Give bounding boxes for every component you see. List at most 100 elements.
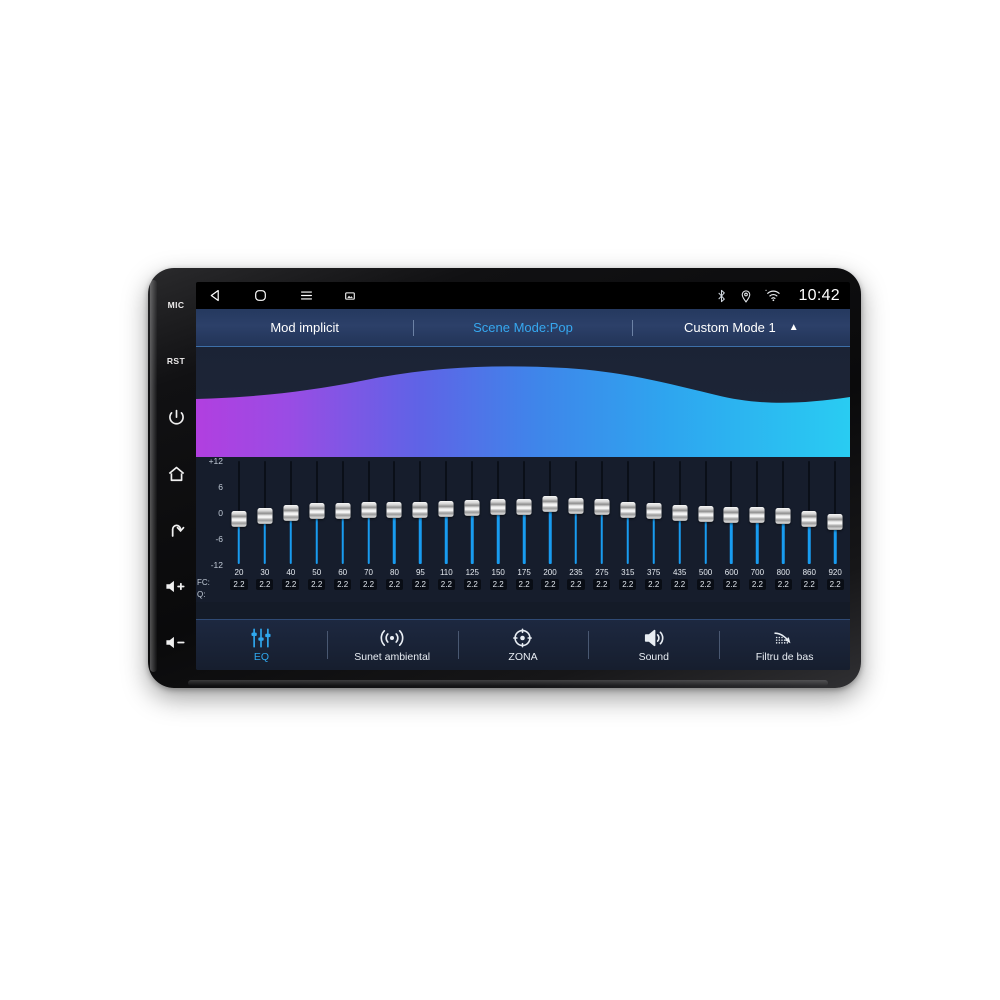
eq-band[interactable]: 860 2.2 bbox=[796, 457, 822, 602]
eq-slider-handle[interactable] bbox=[723, 506, 739, 523]
eq-band-track[interactable] bbox=[459, 457, 485, 567]
eq-slider-handle[interactable] bbox=[672, 505, 688, 521]
eq-band-track[interactable] bbox=[822, 457, 848, 567]
eq-slider-handle[interactable] bbox=[542, 496, 558, 513]
menu-hamburger-icon[interactable] bbox=[298, 288, 315, 303]
eq-slider-handle[interactable] bbox=[801, 511, 817, 528]
eq-slider-handle[interactable] bbox=[361, 502, 377, 519]
eq-slider-handle[interactable] bbox=[594, 499, 610, 516]
eq-slider-handle[interactable] bbox=[335, 502, 351, 519]
eq-band-q-value[interactable]: 2.2 bbox=[748, 579, 766, 590]
eq-band-track[interactable] bbox=[485, 457, 511, 567]
eq-band-track[interactable] bbox=[537, 457, 563, 567]
eq-band-q-value[interactable]: 2.2 bbox=[256, 579, 274, 590]
eq-band-q-value[interactable]: 2.2 bbox=[360, 579, 378, 590]
eq-band-track[interactable] bbox=[744, 457, 770, 567]
eq-band-track[interactable] bbox=[407, 457, 433, 567]
eq-slider-handle[interactable] bbox=[231, 511, 247, 528]
eq-band[interactable]: 275 2.2 bbox=[589, 457, 615, 602]
eq-slider-handle[interactable] bbox=[386, 501, 402, 518]
eq-band-track[interactable] bbox=[330, 457, 356, 567]
eq-band-track[interactable] bbox=[433, 457, 459, 567]
eq-band[interactable]: 700 2.2 bbox=[744, 457, 770, 602]
mode-default-button[interactable]: Mod implicit bbox=[196, 320, 413, 335]
eq-band[interactable]: 50 2.2 bbox=[304, 457, 330, 602]
eq-slider-handle[interactable] bbox=[257, 507, 273, 524]
nav-item-zona[interactable]: ZONA bbox=[457, 620, 589, 670]
mode-scene-button[interactable]: Scene Mode:Pop bbox=[414, 320, 631, 335]
eq-band-q-value[interactable]: 2.2 bbox=[671, 579, 689, 590]
eq-band-track[interactable] bbox=[667, 457, 693, 567]
eq-band-track[interactable] bbox=[615, 457, 641, 567]
eq-band[interactable]: 600 2.2 bbox=[719, 457, 745, 602]
hardware-key-home[interactable] bbox=[159, 461, 193, 487]
eq-band-q-value[interactable]: 2.2 bbox=[411, 579, 429, 590]
eq-band-track[interactable] bbox=[382, 457, 408, 567]
eq-band-q-value[interactable]: 2.2 bbox=[334, 579, 352, 590]
eq-slider-handle[interactable] bbox=[412, 501, 428, 518]
eq-band-q-value[interactable]: 2.2 bbox=[619, 579, 637, 590]
eq-band[interactable]: 435 2.2 bbox=[667, 457, 693, 602]
eq-band-q-value[interactable]: 2.2 bbox=[800, 579, 818, 590]
eq-band[interactable]: 800 2.2 bbox=[770, 457, 796, 602]
nav-item-filtru-de-bas[interactable]: Filtru de bas bbox=[719, 620, 850, 670]
eq-slider-handle[interactable] bbox=[620, 502, 636, 519]
back-triangle-icon[interactable] bbox=[208, 288, 223, 303]
eq-slider-handle[interactable] bbox=[568, 498, 584, 515]
hardware-key-reset[interactable]: RST bbox=[159, 348, 193, 374]
eq-slider-handle[interactable] bbox=[283, 505, 299, 521]
home-squircle-icon[interactable] bbox=[253, 288, 268, 303]
eq-band-track[interactable] bbox=[278, 457, 304, 567]
eq-band-track[interactable] bbox=[356, 457, 382, 567]
eq-band-q-value[interactable]: 2.2 bbox=[541, 579, 559, 590]
eq-slider-handle[interactable] bbox=[464, 500, 480, 517]
eq-band-q-value[interactable]: 2.2 bbox=[308, 579, 326, 590]
eq-band[interactable]: 235 2.2 bbox=[563, 457, 589, 602]
eq-band[interactable]: 70 2.2 bbox=[356, 457, 382, 602]
eq-band[interactable]: 125 2.2 bbox=[459, 457, 485, 602]
eq-band-q-value[interactable]: 2.2 bbox=[515, 579, 533, 590]
eq-slider-handle[interactable] bbox=[749, 507, 765, 524]
hardware-key-back[interactable] bbox=[159, 517, 193, 543]
eq-band-q-value[interactable]: 2.2 bbox=[645, 579, 663, 590]
eq-slider-handle[interactable] bbox=[516, 498, 532, 515]
eq-band[interactable]: 60 2.2 bbox=[330, 457, 356, 602]
eq-slider-handle[interactable] bbox=[438, 500, 454, 517]
eq-band[interactable]: 315 2.2 bbox=[615, 457, 641, 602]
hardware-key-volume-up[interactable] bbox=[159, 574, 193, 600]
eq-slider-handle[interactable] bbox=[827, 513, 843, 530]
eq-band-track[interactable] bbox=[693, 457, 719, 567]
eq-band-q-value[interactable]: 2.2 bbox=[567, 579, 585, 590]
eq-band-q-value[interactable]: 2.2 bbox=[826, 579, 844, 590]
eq-band-q-value[interactable]: 2.2 bbox=[696, 579, 715, 590]
eq-band[interactable]: 150 2.2 bbox=[485, 457, 511, 602]
eq-band[interactable]: 20 2.2 bbox=[226, 457, 252, 602]
eq-band[interactable]: 920 2.2 bbox=[822, 457, 848, 602]
eq-band-q-value[interactable]: 2.2 bbox=[489, 579, 507, 590]
screenshot-icon[interactable] bbox=[345, 291, 355, 301]
caret-up-icon[interactable]: ▲ bbox=[789, 322, 799, 333]
eq-band[interactable]: 30 2.2 bbox=[252, 457, 278, 602]
eq-band-track[interactable] bbox=[563, 457, 589, 567]
eq-band-track[interactable] bbox=[252, 457, 278, 567]
nav-item-sound[interactable]: Sound bbox=[588, 620, 719, 670]
hardware-key-volume-down[interactable] bbox=[159, 630, 193, 656]
eq-band-track[interactable] bbox=[641, 457, 667, 567]
eq-band-track[interactable] bbox=[796, 457, 822, 567]
eq-band-q-value[interactable]: 2.2 bbox=[463, 579, 481, 590]
eq-band-q-value[interactable]: 2.2 bbox=[282, 579, 300, 590]
eq-slider-handle[interactable] bbox=[490, 499, 506, 516]
eq-band-track[interactable] bbox=[589, 457, 615, 567]
eq-band-q-value[interactable]: 2.2 bbox=[385, 579, 404, 590]
eq-band[interactable]: 500 2.2 bbox=[693, 457, 719, 602]
eq-band-q-value[interactable]: 2.2 bbox=[722, 579, 741, 590]
eq-slider-handle[interactable] bbox=[775, 507, 791, 524]
eq-band-track[interactable] bbox=[719, 457, 745, 567]
eq-band[interactable]: 95 2.2 bbox=[407, 457, 433, 602]
eq-band-track[interactable] bbox=[511, 457, 537, 567]
eq-band-track[interactable] bbox=[226, 457, 252, 567]
eq-band-q-value[interactable]: 2.2 bbox=[593, 579, 611, 590]
hardware-key-mic[interactable]: MIC bbox=[159, 292, 193, 318]
hardware-key-power[interactable] bbox=[159, 405, 193, 431]
eq-band-q-value[interactable]: 2.2 bbox=[230, 579, 248, 590]
